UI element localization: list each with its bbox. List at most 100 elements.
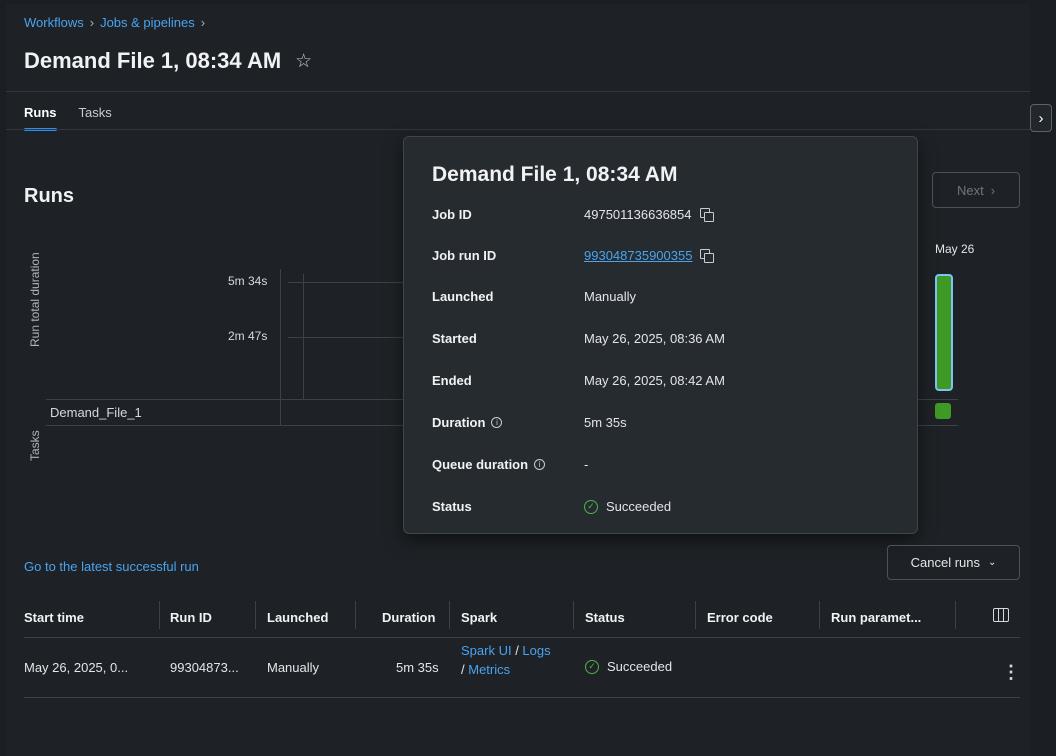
run-id-cell: 99304873... <box>170 660 239 675</box>
popover-row-job-id: Job ID 497501136636854 <box>432 207 714 222</box>
popover-row-run-id: Job run ID 993048735900355 <box>432 248 715 263</box>
cancel-runs-label: Cancel runs <box>910 555 980 570</box>
column-divider <box>819 601 820 629</box>
status-value: Succeeded <box>606 499 672 514</box>
tasks-axis-label: Tasks <box>28 430 42 461</box>
page-title: Demand File 1, 08:34 AM <box>24 48 282 73</box>
gridline <box>288 282 408 283</box>
task-row-top <box>918 399 958 400</box>
launched-value: Manually <box>584 289 637 304</box>
column-divider <box>573 601 574 629</box>
column-header-error-code[interactable]: Error code <box>707 610 773 625</box>
launched-cell: Manually <box>267 660 320 675</box>
logs-link[interactable]: Logs <box>522 643 550 658</box>
chevron-down-icon: ⌄ <box>987 557 997 568</box>
column-header-start-time[interactable]: Start time <box>24 610 84 625</box>
chevron-right-icon: › <box>990 182 996 198</box>
table-row-divider <box>24 697 1020 698</box>
field-label: Started <box>432 331 477 346</box>
field-label: Duration <box>432 415 486 430</box>
metrics-link[interactable]: Metrics <box>468 662 510 677</box>
field-label: Job ID <box>432 207 472 222</box>
y-tick: 5m 34s <box>228 274 268 288</box>
column-header-spark[interactable]: Spark <box>461 610 497 625</box>
duration-cell: 5m 35s <box>396 660 439 675</box>
task-row-bottom <box>918 425 958 426</box>
run-details-popover: Demand File 1, 08:34 AM Job ID 497501136… <box>403 136 918 534</box>
task-status-square[interactable] <box>935 403 951 419</box>
column-divider <box>355 601 356 629</box>
column-header-run-parameters[interactable]: Run paramet... <box>831 610 921 625</box>
field-label: Launched <box>432 289 494 304</box>
header-divider <box>6 91 1030 92</box>
tab-bar: Runs Tasks <box>24 105 112 131</box>
breadcrumb: Workflows › Jobs & pipelines › <box>24 15 211 30</box>
check-circle-icon: ✓ <box>585 659 599 674</box>
ended-value: May 26, 2025, 08:42 AM <box>584 373 725 388</box>
row-actions-kebab-icon[interactable]: ⋮ <box>1002 662 1020 683</box>
y-tick: 2m 47s <box>228 329 268 343</box>
column-divider <box>955 601 956 629</box>
popover-row-queue: Queue duration i - <box>432 457 588 472</box>
popover-row-ended: Ended May 26, 2025, 08:42 AM <box>432 373 725 388</box>
spark-ui-link[interactable]: Spark UI <box>461 643 512 658</box>
star-icon[interactable]: ☆ <box>295 50 312 73</box>
queue-duration-value: - <box>584 457 589 472</box>
column-header-duration[interactable]: Duration <box>382 610 435 625</box>
tab-runs[interactable]: Runs <box>24 105 57 131</box>
popover-row-duration: Duration i 5m 35s <box>432 415 627 430</box>
latest-successful-run-link[interactable]: Go to the latest successful run <box>24 559 199 574</box>
started-value: May 26, 2025, 08:36 AM <box>584 331 725 346</box>
cancel-runs-button[interactable]: Cancel runs ⌄ <box>887 545 1020 580</box>
field-label: Job run ID <box>432 248 497 263</box>
column-divider <box>449 601 450 629</box>
table-header-divider <box>24 637 1020 638</box>
copy-icon[interactable] <box>700 249 715 263</box>
chevron-right-icon: › <box>200 15 206 30</box>
column-header-launched[interactable]: Launched <box>267 610 328 625</box>
field-label: Status <box>432 499 472 514</box>
spark-cell: Spark UI / Logs / Metrics <box>461 643 551 677</box>
task-row-top <box>46 399 406 400</box>
columns-icon[interactable] <box>993 608 1009 622</box>
column-divider <box>303 274 304 399</box>
popover-title: Demand File 1, 08:34 AM <box>432 163 678 186</box>
column-divider <box>695 601 696 629</box>
status-text: Succeeded <box>607 659 673 674</box>
start-time-link[interactable]: May 26, 2025, 0... <box>24 660 128 675</box>
x-date-label: May 26 <box>935 242 975 256</box>
copy-icon[interactable] <box>699 208 714 222</box>
run-duration-bar[interactable] <box>935 274 953 391</box>
next-label: Next <box>956 182 984 198</box>
job-page: Workflows › Jobs & pipelines › Demand File … <box>6 4 1030 756</box>
y-axis <box>280 269 281 425</box>
breadcrumb-workflows[interactable]: Workflows <box>24 15 84 30</box>
info-icon[interactable]: i <box>534 459 546 470</box>
column-header-status[interactable]: Status <box>585 610 625 625</box>
column-divider <box>159 601 160 629</box>
column-divider <box>255 601 256 629</box>
field-label: Queue duration <box>432 457 529 472</box>
popover-row-started: Started May 26, 2025, 08:36 AM <box>432 331 725 346</box>
expand-panel-chevron-icon[interactable]: › <box>1030 104 1052 132</box>
status-cell: ✓ Succeeded <box>585 659 672 674</box>
tabs-divider <box>6 129 1030 130</box>
chevron-right-icon: › <box>89 15 95 30</box>
column-header-run-id[interactable]: Run ID <box>170 610 212 625</box>
job-run-id-link[interactable]: 993048735900355 <box>584 248 692 263</box>
task-row-bottom <box>46 425 406 426</box>
tab-tasks[interactable]: Tasks <box>79 105 112 128</box>
next-button[interactable]: Next › <box>932 172 1020 208</box>
popover-row-status: Status ✓ Succeeded <box>432 499 671 514</box>
gridline <box>288 337 408 338</box>
y-axis-label: Run total duration <box>28 252 42 347</box>
task-name: Demand_File_1 <box>50 405 142 420</box>
job-id-value: 497501136636854 <box>584 207 692 222</box>
info-icon[interactable]: i <box>491 417 503 428</box>
field-label: Ended <box>432 373 472 388</box>
breadcrumb-jobs-pipelines[interactable]: Jobs & pipelines <box>100 15 195 30</box>
popover-row-launched: Launched Manually <box>432 289 636 304</box>
check-circle-icon: ✓ <box>584 499 598 514</box>
runs-heading: Runs <box>24 185 74 207</box>
duration-value: 5m 35s <box>584 415 627 430</box>
